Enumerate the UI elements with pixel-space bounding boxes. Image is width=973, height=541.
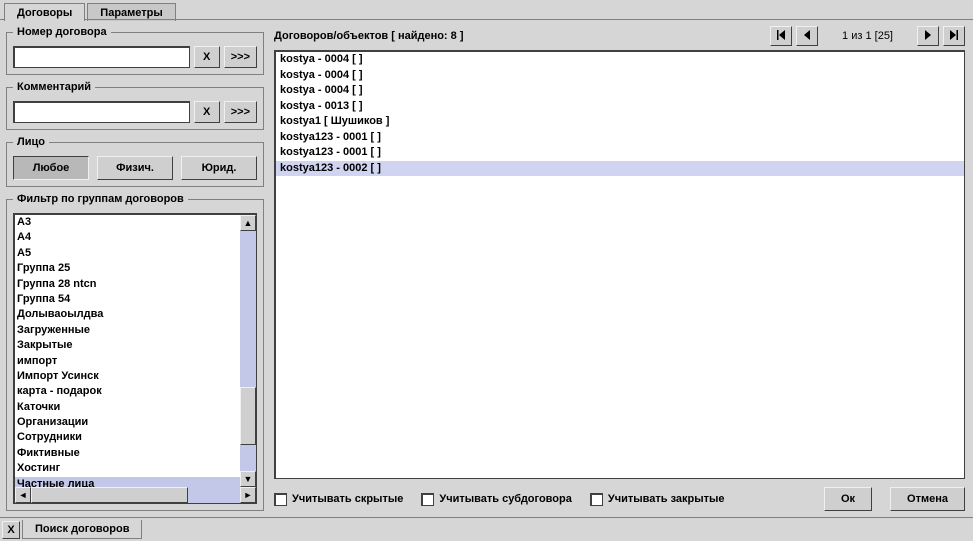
result-row[interactable]: kostya - 0004 [ ] — [276, 83, 964, 99]
groups-list-item[interactable]: Сотрудники — [15, 430, 240, 445]
checkbox-icon — [421, 493, 434, 506]
groups-list-item[interactable]: Частные лица — [15, 477, 240, 487]
groups-listbox[interactable]: А3А4А5Группа 25Группа 28 ntcnГруппа 54До… — [15, 215, 256, 487]
hscroll-thumb[interactable] — [31, 487, 188, 503]
groups-list-item[interactable]: А3 — [15, 215, 240, 230]
last-icon — [948, 29, 960, 44]
pager-next-button[interactable] — [917, 26, 939, 46]
comment-input[interactable] — [13, 101, 190, 123]
contract-number-input[interactable] — [13, 46, 190, 68]
person-group: Лицо Любое Физич. Юрид. — [6, 136, 264, 187]
contract-number-more-button[interactable]: >>> — [224, 46, 257, 68]
scroll-track[interactable] — [240, 231, 256, 471]
groups-list-item[interactable]: импорт — [15, 354, 240, 369]
bottom-tab-strip: X Поиск договоров — [0, 517, 973, 541]
result-row[interactable]: kostya1 [ Шушиков ] — [276, 114, 964, 130]
checkbox-closed[interactable]: Учитывать закрытые — [590, 493, 725, 506]
results-title: Договоров/объектов [ найдено: 8 ] — [274, 30, 770, 42]
hscroll-left-button[interactable]: ◄ — [15, 487, 31, 503]
bottom-tab-search[interactable]: Поиск договоров — [22, 520, 142, 539]
person-legend: Лицо — [13, 136, 49, 148]
groups-hscrollbar[interactable]: ◄ ► — [15, 487, 256, 503]
result-row[interactable]: kostya - 0004 [ ] — [276, 52, 964, 68]
contract-number-clear-button[interactable]: X — [194, 46, 220, 68]
comment-group: Комментарий X >>> — [6, 81, 264, 130]
bottom-tab-close-button[interactable]: X — [2, 521, 20, 539]
tab-contracts[interactable]: Договоры — [4, 3, 85, 21]
checkbox-icon — [590, 493, 603, 506]
comment-clear-button[interactable]: X — [194, 101, 220, 123]
person-phys-button[interactable]: Физич. — [97, 156, 173, 180]
first-icon — [775, 29, 787, 44]
pager: 1 из 1 [25] — [770, 26, 965, 46]
right-panel: Договоров/объектов [ найдено: 8 ] 1 из 1… — [270, 20, 973, 517]
groups-list-item[interactable]: Импорт Усинск — [15, 369, 240, 384]
hscroll-right-button[interactable]: ► — [240, 487, 256, 503]
result-row[interactable]: kostya123 - 0001 [ ] — [276, 130, 964, 146]
groups-filter-group: Фильтр по группам договоров А3А4А5Группа… — [6, 193, 264, 511]
groups-vscrollbar[interactable]: ▲ ▼ — [240, 215, 256, 487]
groups-list-item[interactable]: Группа 25 — [15, 261, 240, 276]
cancel-button[interactable]: Отмена — [890, 487, 965, 511]
groups-list-item[interactable]: Каточки — [15, 400, 240, 415]
comment-more-button[interactable]: >>> — [224, 101, 257, 123]
groups-list-item[interactable]: Группа 54 — [15, 292, 240, 307]
next-icon — [922, 29, 934, 44]
groups-list-item[interactable]: Хостинг — [15, 461, 240, 476]
scroll-thumb[interactable] — [240, 387, 256, 445]
groups-list-item[interactable]: А4 — [15, 230, 240, 245]
person-jur-button[interactable]: Юрид. — [181, 156, 257, 180]
left-panel: Номер договора X >>> Комментарий X >>> Л… — [0, 20, 270, 517]
person-any-button[interactable]: Любое — [13, 156, 89, 180]
groups-legend: Фильтр по группам договоров — [13, 193, 188, 205]
checkbox-icon — [274, 493, 287, 506]
groups-list-item[interactable]: Долываоылдва — [15, 307, 240, 322]
contract-number-group: Номер договора X >>> — [6, 26, 264, 75]
checkbox-hidden-label: Учитывать скрытые — [292, 493, 403, 505]
ok-button[interactable]: Ок — [824, 487, 872, 511]
pager-label: 1 из 1 [25] — [822, 30, 913, 42]
groups-list-item[interactable]: Организации — [15, 415, 240, 430]
result-row[interactable]: kostya123 - 0001 [ ] — [276, 145, 964, 161]
groups-list-item[interactable]: Закрытые — [15, 338, 240, 353]
result-row[interactable]: kostya - 0013 [ ] — [276, 99, 964, 115]
pager-first-button[interactable] — [770, 26, 792, 46]
groups-list-item[interactable]: А5 — [15, 246, 240, 261]
pager-last-button[interactable] — [943, 26, 965, 46]
contract-number-legend: Номер договора — [13, 26, 111, 38]
checkbox-sub[interactable]: Учитывать субдоговора — [421, 493, 572, 506]
scroll-up-button[interactable]: ▲ — [240, 215, 256, 231]
groups-list-item[interactable]: Группа 28 ntcn — [15, 277, 240, 292]
result-row[interactable]: kostya123 - 0002 [ ] — [276, 161, 964, 177]
comment-legend: Комментарий — [13, 81, 95, 93]
checkbox-hidden[interactable]: Учитывать скрытые — [274, 493, 403, 506]
results-list[interactable]: kostya - 0004 [ ]kostya - 0004 [ ]kostya… — [274, 50, 965, 479]
top-tabs: Договоры Параметры — [4, 0, 178, 20]
checkbox-sub-label: Учитывать субдоговора — [439, 493, 572, 505]
groups-list-item[interactable]: Фиктивные — [15, 446, 240, 461]
groups-list-item[interactable]: карта - подарок — [15, 384, 240, 399]
result-row[interactable]: kostya - 0004 [ ] — [276, 68, 964, 84]
pager-prev-button[interactable] — [796, 26, 818, 46]
checkbox-closed-label: Учитывать закрытые — [608, 493, 725, 505]
groups-list-item[interactable]: Загруженные — [15, 323, 240, 338]
hscroll-track[interactable] — [31, 487, 240, 503]
scroll-down-button[interactable]: ▼ — [240, 471, 256, 487]
prev-icon — [801, 29, 813, 44]
